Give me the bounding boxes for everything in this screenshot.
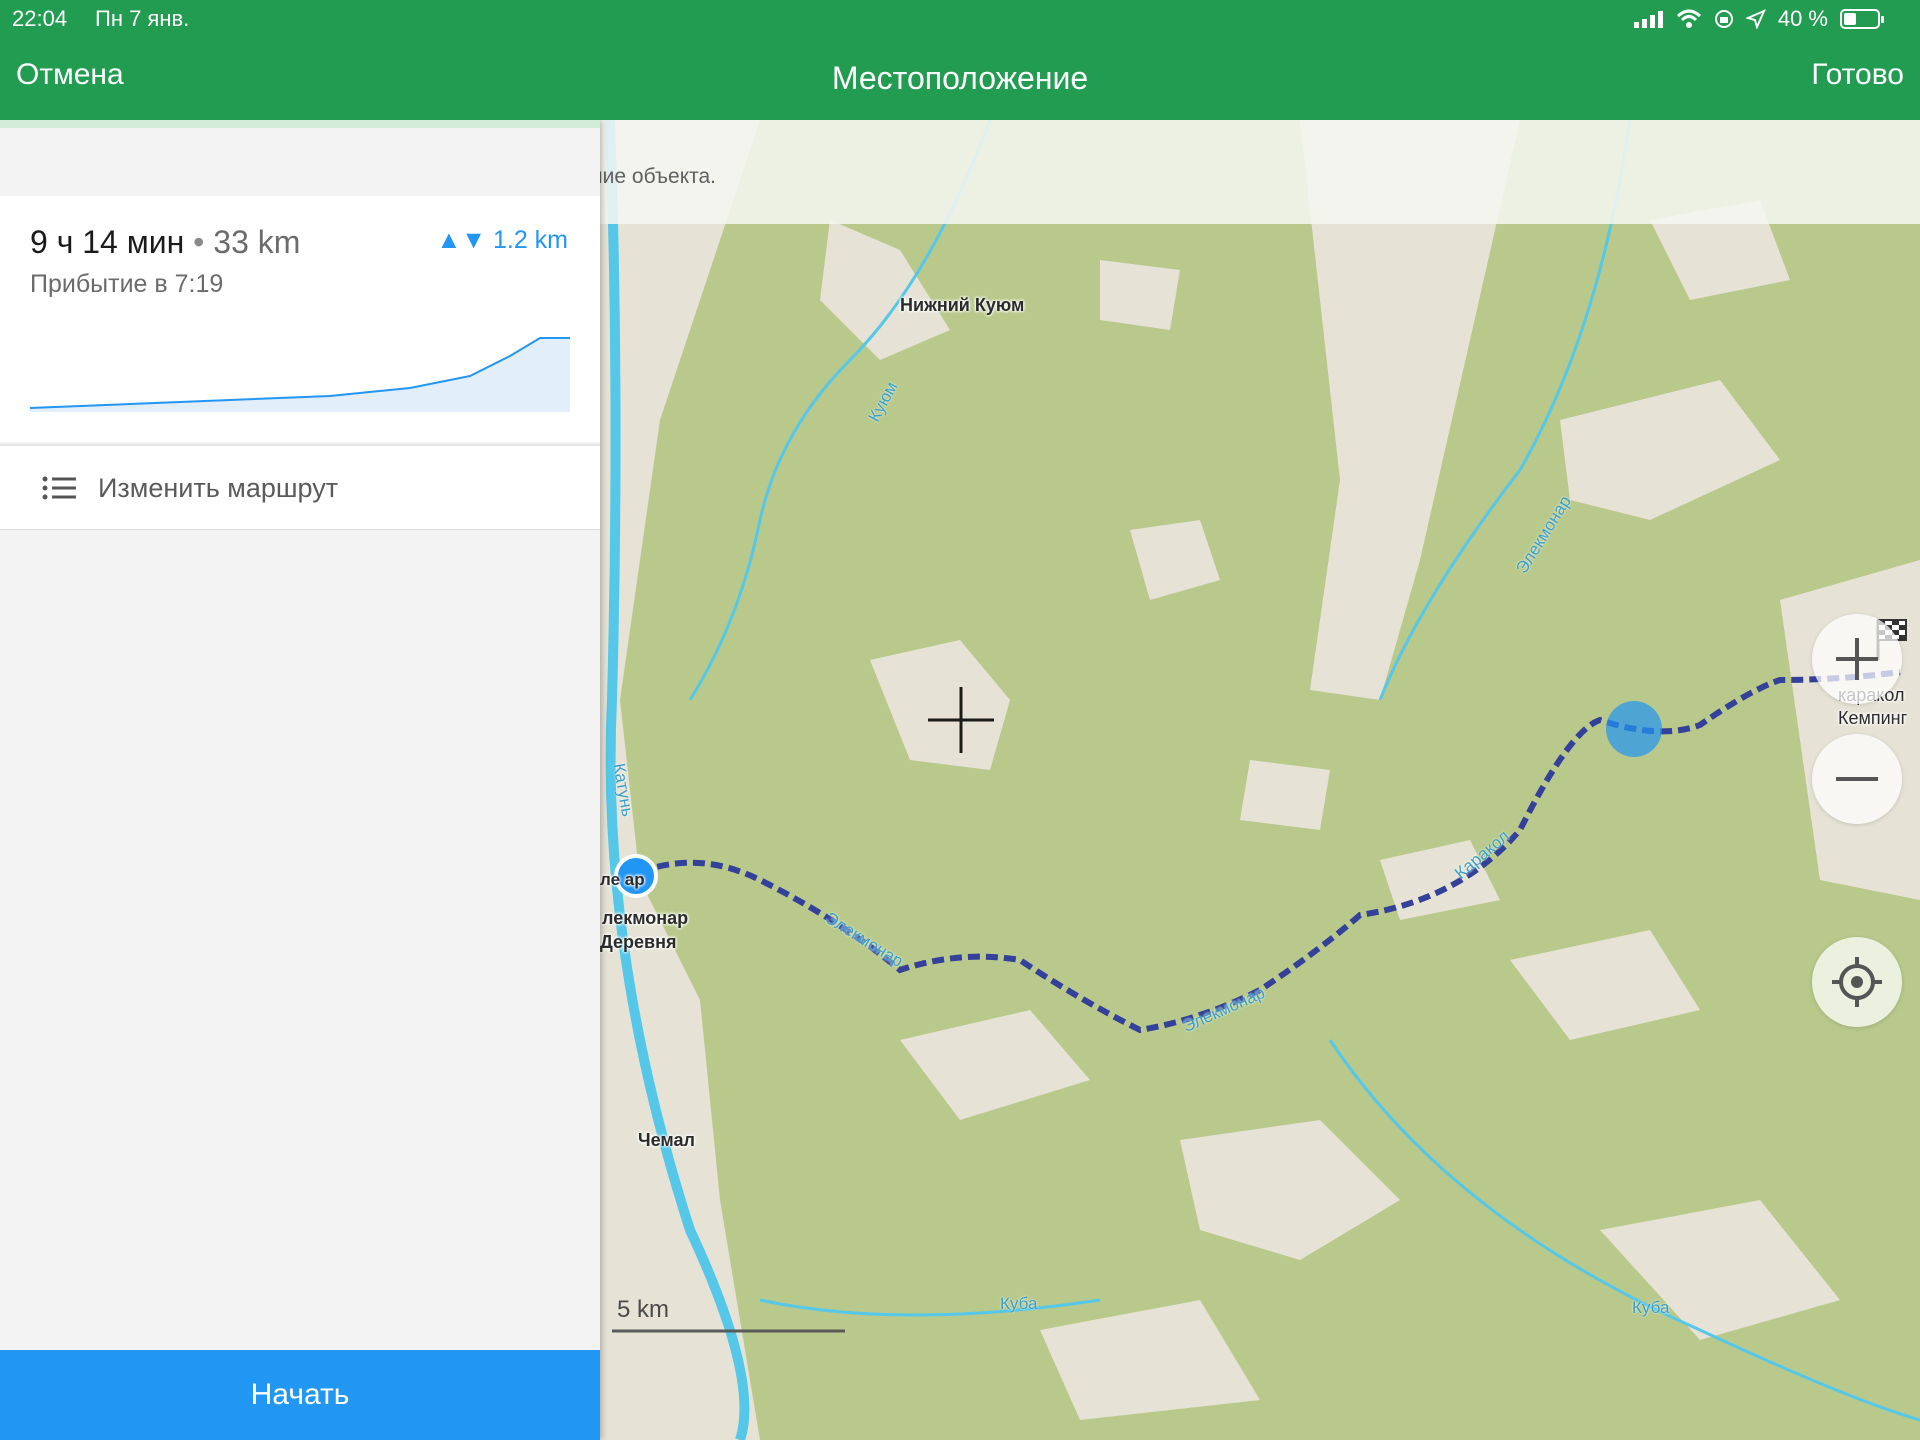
map-label-derevnya: Деревня [600,932,677,952]
start-button[interactable]: Начать [0,1350,600,1440]
done-button[interactable]: Готово [1811,58,1904,92]
route-distance: 33 km [213,224,301,260]
route-summary-card: 9 ч 14 мин • 33 km ▲▼ 1.2 km Прибытие в … [0,196,600,442]
locate-icon [1832,957,1882,1007]
orientation-lock-icon [1714,10,1733,28]
plus-icon [1836,638,1878,680]
wifi-icon [1676,9,1701,28]
route-duration-line: 9 ч 14 мин • 33 km [30,224,300,261]
edit-route-label: Изменить маршрут [98,473,339,503]
status-date: Пн 7 янв. [95,6,190,31]
current-location-marker[interactable] [1606,701,1662,757]
battery-percent: 40 % [1777,6,1828,31]
map-label-elekmonar-town: лекмонар [602,908,689,928]
route-elevation: ▲▼ 1.2 km [437,226,568,255]
scale-label: 5 km [617,1296,670,1323]
map-label-nizhny-kuyum: Нижний Куюм [900,295,1025,315]
status-time: 22:04 [12,6,68,31]
route-panel: 9 ч 14 мин • 33 km ▲▼ 1.2 km Прибытие в … [0,120,600,1440]
location-services-icon [1745,9,1766,29]
cellular-signal-icon [1633,11,1663,28]
panel-top-accent [0,120,600,128]
route-arrival: Прибытие в 7:19 [30,270,224,298]
edit-route-button[interactable]: Изменить маршрут [0,444,600,530]
map-label-kuba-west: Куба [1000,1294,1038,1313]
zoom-in-button[interactable] [1812,614,1902,704]
status-indicators: 40 % [1633,6,1884,32]
navigation-bar: Отмена Местоположение Готово [0,38,1920,120]
map-label-elekmonar-short: ле ар [600,870,645,889]
map-label-kuba-east: Куба [1632,1298,1670,1317]
map-label-chemal: Чемал [638,1130,695,1150]
my-location-button[interactable] [1812,937,1902,1027]
route-separator: • [193,224,205,260]
route-duration: 9 ч 14 мин [30,224,185,260]
zoom-out-button[interactable] [1812,734,1902,824]
battery-icon [1840,9,1884,29]
elevation-arrows-icon: ▲▼ [436,226,487,254]
status-bar: 22:04 Пн 7 янв. 40 % [0,0,1920,38]
minus-icon [1836,777,1878,781]
elevation-profile-chart [30,337,570,412]
elevation-value: 1.2 km [492,226,568,254]
list-icon [42,476,76,500]
page-title: Местоположение [831,60,1089,96]
map-label-kemping: Кемпинг [1838,708,1908,728]
